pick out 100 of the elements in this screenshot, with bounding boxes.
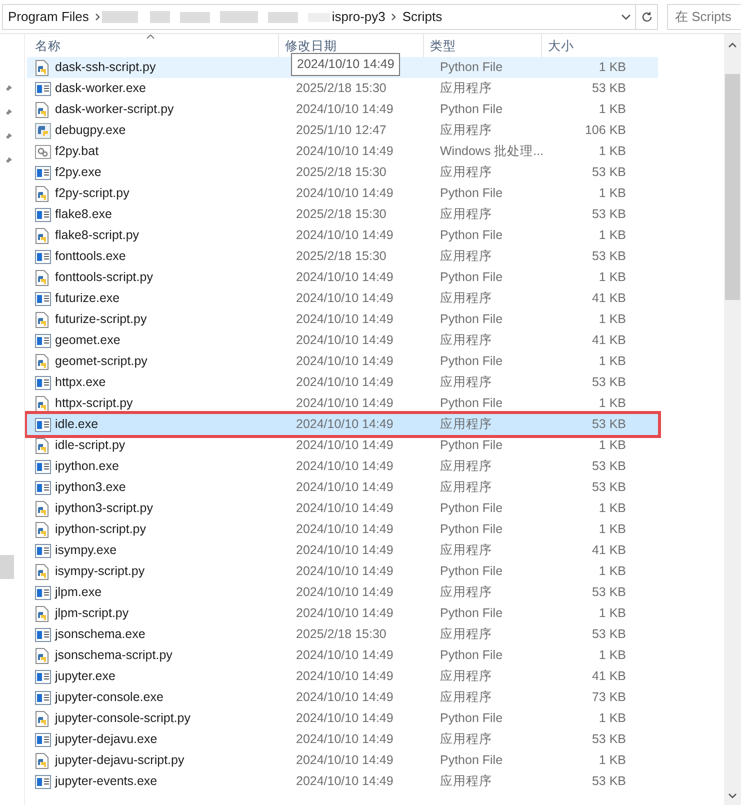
date-cell: 2024/10/10 14:49	[296, 522, 394, 536]
size-cell: 53 KB	[592, 375, 626, 390]
type-cell: Python File	[440, 186, 503, 200]
type-cell: 应用程序	[440, 690, 492, 704]
type-cell: Python File	[440, 396, 503, 410]
file-name: jupyter-console.exe	[55, 690, 164, 704]
type-cell: Python File	[440, 270, 503, 284]
size-cell: 1 KB	[598, 186, 626, 200]
file-name: jlpm.exe	[55, 585, 102, 600]
size-cell: 1 KB	[598, 312, 626, 326]
file-name: jupyter-dejavu.exe	[55, 732, 158, 746]
file-name: jlpm-script.py	[55, 606, 129, 620]
file-name: jsonschema.exe	[55, 627, 146, 642]
type-cell: 应用程序	[440, 732, 492, 746]
file-name: jupyter.exe	[55, 669, 116, 684]
date-cell: 2024/10/10 14:49	[296, 669, 394, 684]
type-cell: Python File	[440, 354, 503, 368]
size-cell: 1 KB	[598, 60, 626, 74]
size-cell: 1 KB	[598, 522, 626, 536]
file-name: f2py-script.py	[55, 186, 130, 200]
size-cell: 41 KB	[592, 291, 626, 306]
size-cell: 1 KB	[598, 711, 626, 726]
date-cell: 2024/10/10 14:49	[296, 564, 394, 578]
file-name: httpx.exe	[55, 375, 106, 390]
file-name: fonttools.exe	[55, 249, 126, 264]
date-cell: 2024/10/10 14:49	[296, 690, 394, 704]
date-cell: 2024/10/10 14:49	[296, 774, 394, 788]
type-cell: 应用程序	[440, 375, 492, 390]
file-name: dask-worker-script.py	[55, 102, 174, 116]
date-cell: 2024/10/10 14:49	[296, 354, 394, 368]
size-cell: 1 KB	[598, 144, 626, 158]
size-cell: 53 KB	[592, 459, 626, 474]
file-name: httpx-script.py	[55, 396, 133, 410]
type-cell: 应用程序	[440, 249, 492, 264]
type-cell: 应用程序	[440, 459, 492, 474]
file-name: futurize.exe	[55, 291, 120, 306]
date-cell: 2024/10/10 14:49	[296, 438, 394, 452]
file-name: f2py.bat	[55, 144, 99, 158]
size-cell: 1 KB	[598, 753, 626, 768]
file-name: dask-worker.exe	[55, 81, 146, 96]
size-cell: 106 KB	[584, 123, 626, 138]
size-cell: 73 KB	[592, 690, 626, 704]
type-cell: Python File	[440, 501, 503, 516]
type-cell: Python File	[440, 564, 503, 578]
type-cell: Python File	[440, 438, 503, 452]
file-name: ipython3-script.py	[55, 501, 153, 516]
date-cell: 2024/10/10 14:49	[296, 228, 394, 242]
size-cell: 53 KB	[592, 480, 626, 494]
type-cell: 应用程序	[440, 417, 492, 432]
type-cell: 应用程序	[440, 207, 492, 222]
size-cell: 53 KB	[592, 732, 626, 746]
file-name: geomet.exe	[55, 333, 120, 348]
file-name: jupyter-events.exe	[55, 774, 158, 788]
size-cell: 1 KB	[598, 501, 626, 516]
type-cell: Python File	[440, 60, 503, 74]
file-name: debugpy.exe	[55, 123, 126, 138]
type-cell: 应用程序	[440, 291, 492, 306]
file-name: ipython-script.py	[55, 522, 146, 536]
date-cell: 2024/10/10 14:49	[296, 396, 394, 410]
tooltip: 2024/10/10 14:49	[291, 53, 400, 76]
file-name: ipython.exe	[55, 459, 119, 474]
file-name: jupyter-dejavu-script.py	[55, 753, 184, 768]
type-cell: 应用程序	[440, 669, 492, 684]
file-name: geomet-script.py	[55, 354, 148, 368]
date-cell: 2024/10/10 14:49	[296, 312, 394, 326]
type-cell: 应用程序	[440, 585, 492, 600]
size-cell: 41 KB	[592, 669, 626, 684]
type-cell: Python File	[440, 522, 503, 536]
file-name: jupyter-console-script.py	[55, 711, 190, 726]
date-cell: 2024/10/10 14:49	[296, 186, 394, 200]
date-cell: 2024/10/10 14:49	[296, 459, 394, 474]
file-name: flake8.exe	[55, 207, 112, 222]
date-cell: 2025/2/18 15:30	[296, 81, 386, 96]
date-cell: 2024/10/10 14:49	[296, 144, 394, 158]
type-cell: Python File	[440, 102, 503, 116]
size-cell: 1 KB	[598, 354, 626, 368]
type-cell: Windows 批处理...	[440, 144, 544, 158]
type-cell: Python File	[440, 753, 503, 768]
date-cell: 2024/10/10 14:49	[296, 501, 394, 516]
size-cell: 1 KB	[598, 270, 626, 284]
date-cell: 2025/2/18 15:30	[296, 165, 386, 180]
date-cell: 2024/10/10 14:49	[296, 753, 394, 768]
date-cell: 2024/10/10 14:49	[296, 270, 394, 284]
size-cell: 41 KB	[592, 543, 626, 558]
type-cell: 应用程序	[440, 480, 492, 494]
size-cell: 53 KB	[592, 417, 626, 432]
date-cell: 2024/10/10 14:49	[296, 585, 394, 600]
type-cell: Python File	[440, 312, 503, 326]
date-cell: 2024/10/10 14:49	[296, 606, 394, 620]
size-cell: 41 KB	[592, 333, 626, 348]
file-name: dask-ssh-script.py	[55, 60, 156, 74]
size-cell: 1 KB	[598, 228, 626, 242]
size-cell: 53 KB	[592, 81, 626, 96]
file-name: fonttools-script.py	[55, 270, 153, 284]
date-cell: 2024/10/10 14:49	[296, 732, 394, 746]
file-name: futurize-script.py	[55, 312, 147, 326]
date-cell: 2024/10/10 14:49	[296, 480, 394, 494]
file-name: ipython3.exe	[55, 480, 126, 494]
size-cell: 1 KB	[598, 648, 626, 662]
size-cell: 53 KB	[592, 207, 626, 222]
